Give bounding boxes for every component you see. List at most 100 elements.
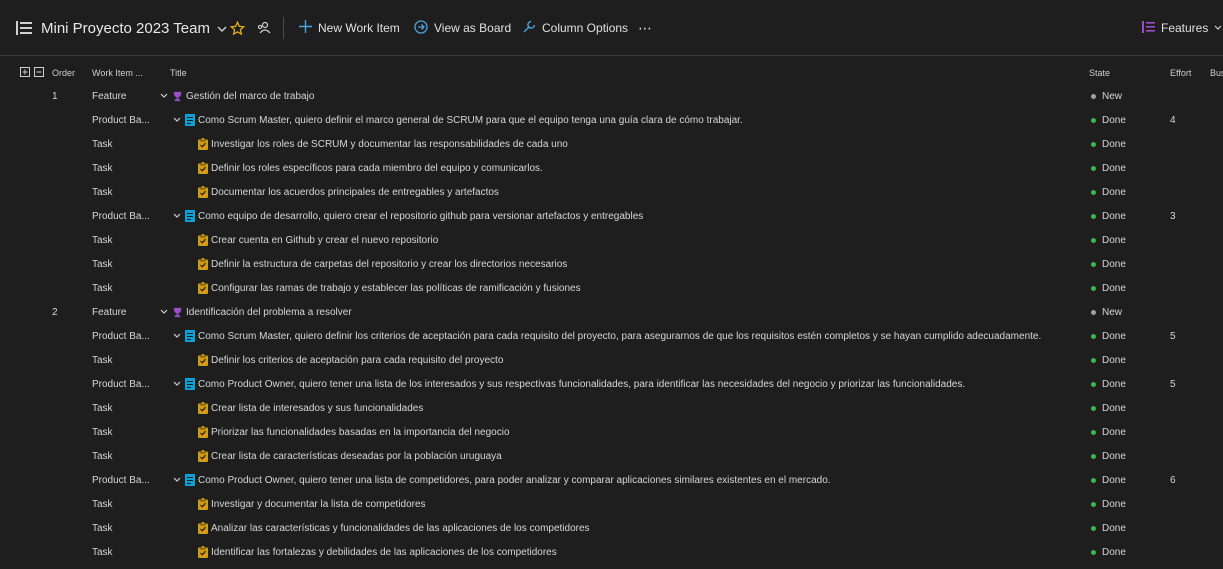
- title-cell: Como equipo de desarrollo, quiero crear …: [172, 204, 1085, 228]
- expand-chevron-icon[interactable]: [172, 211, 182, 221]
- table-row[interactable]: Product Ba... Como equipo de desarrollo, …: [0, 204, 1223, 228]
- work-item-type-cell: Task: [92, 138, 113, 150]
- work-item-title-link[interactable]: Definir la estructura de carpetas del re…: [211, 259, 567, 270]
- work-item-title-link[interactable]: Como equipo de desarrollo, quiero crear …: [198, 211, 643, 222]
- table-row[interactable]: Task Investigar los roles de SCRUM y docu…: [0, 132, 1223, 156]
- work-item-title-link[interactable]: Como Product Owner, quiero tener una lis…: [198, 475, 831, 486]
- work-item-type-cell: Feature: [92, 90, 127, 102]
- state-cell: Done: [1091, 372, 1126, 396]
- work-item-title-link[interactable]: Crear cuenta en Github y crear el nuevo …: [211, 235, 438, 246]
- work-item-title-link[interactable]: Como Product Owner, quiero tener una lis…: [198, 379, 965, 390]
- table-row[interactable]: Task Configurar las ramas de trabajo y es…: [0, 276, 1223, 300]
- state-label: Done: [1102, 498, 1126, 510]
- work-item-title-link[interactable]: Configurar las ramas de trabajo y establ…: [211, 283, 581, 294]
- work-item-title-link[interactable]: Definir los criterios de aceptación para…: [211, 355, 503, 366]
- state-dot-icon: [1091, 189, 1096, 195]
- task-clipboard-icon: [198, 258, 208, 270]
- state-cell: Done: [1091, 180, 1126, 204]
- title-cell: Definir los criterios de aceptación para…: [198, 348, 1085, 372]
- table-row[interactable]: 1 Feature Gestión del marco de trabajo New: [0, 84, 1223, 108]
- work-item-title-link[interactable]: Documentar los acuerdos principales de e…: [211, 187, 499, 198]
- work-item-type-cell: Task: [92, 162, 113, 174]
- expand-chevron-icon[interactable]: [159, 307, 169, 317]
- backlog-level-label: Features: [1161, 21, 1209, 35]
- column-header-title[interactable]: Title: [170, 68, 187, 78]
- expand-all-icon[interactable]: [20, 67, 30, 80]
- work-item-title-link[interactable]: Definir los roles específicos para cada …: [211, 163, 543, 174]
- work-item-title-link[interactable]: Priorizar las funcionalidades basadas en…: [211, 427, 510, 438]
- new-work-item-label: New Work Item: [318, 21, 400, 35]
- column-header-effort[interactable]: Effort: [1170, 68, 1191, 78]
- view-as-board-button[interactable]: View as Board: [414, 0, 511, 56]
- backlog-icon[interactable]: [16, 0, 32, 56]
- table-row[interactable]: Task Identificar las fortalezas y debilid…: [0, 540, 1223, 564]
- work-item-title-link[interactable]: Analizar las características y funcional…: [211, 523, 590, 534]
- expand-chevron-icon[interactable]: [172, 475, 182, 485]
- more-actions-button[interactable]: ⋯: [638, 0, 652, 56]
- expand-chevron-icon[interactable]: [159, 91, 169, 101]
- collapse-all-icon[interactable]: [34, 67, 44, 80]
- table-row[interactable]: 2 Feature Identificación del problema a re…: [0, 300, 1223, 324]
- work-item-title-link[interactable]: Identificación del problema a resolver: [186, 307, 352, 318]
- new-work-item-button[interactable]: New Work Item: [299, 0, 400, 56]
- backlog-level-selector[interactable]: Features: [1142, 0, 1222, 56]
- column-header-state[interactable]: State: [1089, 68, 1110, 78]
- table-row[interactable]: Task Analizar las características y funci…: [0, 516, 1223, 540]
- work-item-title-link[interactable]: Investigar y documentar la lista de comp…: [211, 499, 426, 510]
- state-label: Done: [1102, 426, 1126, 438]
- table-row[interactable]: Task Priorizar las funcionalidades basada…: [0, 420, 1223, 444]
- work-item-type-cell: Task: [92, 522, 113, 534]
- work-item-title-link[interactable]: Crear lista de características deseadas …: [211, 451, 502, 462]
- table-row[interactable]: Product Ba... Como Product Owner, quiero …: [0, 372, 1223, 396]
- column-header-business-value[interactable]: Bus: [1210, 68, 1223, 78]
- team-selector[interactable]: Mini Proyecto 2023 Team: [41, 0, 227, 56]
- column-options-button[interactable]: Column Options: [522, 0, 628, 56]
- work-item-title-link[interactable]: Crear lista de interesados y sus funcion…: [211, 403, 423, 414]
- task-clipboard-icon: [198, 186, 208, 198]
- title-cell: Investigar y documentar la lista de comp…: [198, 492, 1085, 516]
- column-header-order[interactable]: Order: [52, 68, 75, 78]
- table-row[interactable]: Task Crear lista de características desea…: [0, 444, 1223, 468]
- table-row[interactable]: Task Investigar y documentar la lista de …: [0, 492, 1223, 516]
- table-row[interactable]: Product Ba... Como Product Owner, quiero …: [0, 468, 1223, 492]
- task-clipboard-icon: [198, 354, 208, 366]
- state-cell: Done: [1091, 276, 1126, 300]
- work-item-title-link[interactable]: Gestión del marco de trabajo: [186, 91, 314, 102]
- work-item-title-link[interactable]: Investigar los roles de SCRUM y document…: [211, 139, 568, 150]
- effort-cell: 3: [1170, 210, 1176, 222]
- table-row[interactable]: Product Ba... Como Scrum Master, quiero d…: [0, 324, 1223, 348]
- state-label: Done: [1102, 258, 1126, 270]
- team-members-icon[interactable]: [257, 0, 271, 56]
- table-row[interactable]: Task Definir los roles específicos para c…: [0, 156, 1223, 180]
- state-cell: Done: [1091, 156, 1126, 180]
- state-dot-icon: [1091, 309, 1096, 315]
- title-cell: Analizar las características y funcional…: [198, 516, 1085, 540]
- arrow-circle-icon: [414, 19, 428, 37]
- table-row[interactable]: Product Ba... Como Scrum Master, quiero d…: [0, 108, 1223, 132]
- table-row[interactable]: Task Definir los criterios de aceptación …: [0, 348, 1223, 372]
- expand-chevron-icon[interactable]: [172, 331, 182, 341]
- table-row[interactable]: Task Documentar los acuerdos principales …: [0, 180, 1223, 204]
- table-row[interactable]: Task Crear cuenta en Github y crear el nu…: [0, 228, 1223, 252]
- favorite-star-icon[interactable]: [230, 0, 245, 56]
- state-dot-icon: [1091, 381, 1096, 387]
- state-dot-icon: [1091, 357, 1096, 363]
- title-cell: Configurar las ramas de trabajo y establ…: [198, 276, 1085, 300]
- expand-chevron-icon[interactable]: [172, 115, 182, 125]
- expand-chevron-icon[interactable]: [172, 379, 182, 389]
- state-dot-icon: [1091, 93, 1096, 99]
- table-row[interactable]: Task Crear lista de interesados y sus fun…: [0, 396, 1223, 420]
- work-item-type-cell: Task: [92, 354, 113, 366]
- work-item-title-link[interactable]: Identificar las fortalezas y debilidades…: [211, 547, 557, 558]
- state-label: Done: [1102, 546, 1126, 558]
- state-cell: Done: [1091, 420, 1126, 444]
- work-item-title-link[interactable]: Como Scrum Master, quiero definir los cr…: [198, 331, 1041, 342]
- work-item-type-cell: Product Ba...: [92, 330, 150, 342]
- state-label: Done: [1102, 282, 1126, 294]
- column-header-work-item-type[interactable]: Work Item ...: [92, 68, 143, 78]
- table-row[interactable]: Task Definir la estructura de carpetas de…: [0, 252, 1223, 276]
- state-cell: New: [1091, 300, 1122, 324]
- work-item-title-link[interactable]: Como Scrum Master, quiero definir el mar…: [198, 115, 743, 126]
- state-label: Done: [1102, 474, 1126, 486]
- title-cell: Gestión del marco de trabajo: [159, 84, 1085, 108]
